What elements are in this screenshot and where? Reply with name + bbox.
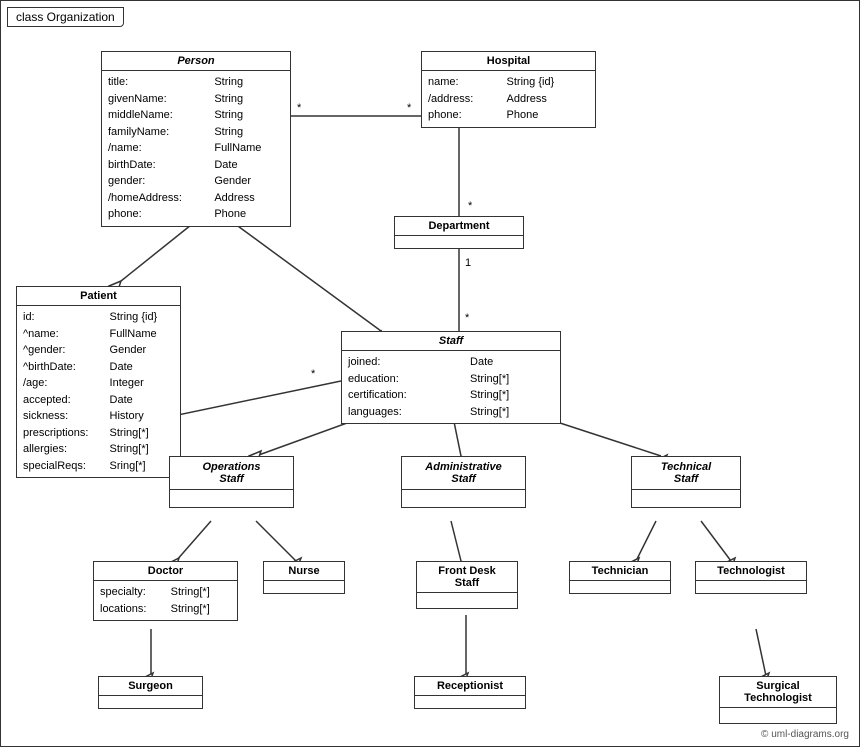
technician-header: Technician [570, 562, 670, 581]
surgical-tech-header: SurgicalTechnologist [720, 677, 836, 708]
nurse-body [264, 581, 344, 593]
person-body: title:String givenName:String middleName… [102, 71, 290, 226]
department-body [395, 236, 523, 248]
technologist-header: Technologist [696, 562, 806, 581]
copyright-text: © uml-diagrams.org [761, 729, 849, 740]
tech-staff-header: TechnicalStaff [632, 457, 740, 490]
admin-staff-body [402, 490, 525, 498]
doctor-body: specialty:String[*] locations:String[*] [94, 581, 237, 620]
technologist-body [696, 581, 806, 593]
hospital-header: Hospital [422, 52, 595, 71]
frontdesk-header: Front DeskStaff [417, 562, 517, 593]
class-receptionist: Receptionist [414, 676, 526, 709]
frontdesk-body [417, 593, 517, 601]
surgical-tech-body [720, 708, 836, 716]
class-surgical-tech: SurgicalTechnologist [719, 676, 837, 724]
svg-text:*: * [311, 368, 316, 380]
receptionist-body [415, 696, 525, 708]
svg-text:*: * [468, 200, 473, 212]
surgeon-body [99, 696, 202, 708]
department-header: Department [395, 217, 523, 236]
svg-text:*: * [297, 102, 302, 114]
diagram-title: class Organization [7, 7, 124, 27]
staff-body: joined:Date education:String[*] certific… [342, 351, 560, 423]
class-patient: Patient id:String {id} ^name:FullName ^g… [16, 286, 181, 478]
class-surgeon: Surgeon [98, 676, 203, 709]
patient-header: Patient [17, 287, 180, 306]
svg-text:*: * [465, 312, 470, 324]
class-admin-staff: AdministrativeStaff [401, 456, 526, 508]
class-technician: Technician [569, 561, 671, 594]
class-tech-staff: TechnicalStaff [631, 456, 741, 508]
nurse-header: Nurse [264, 562, 344, 581]
ops-staff-header: OperationsStaff [170, 457, 293, 490]
ops-staff-body [170, 490, 293, 498]
admin-staff-header: AdministrativeStaff [402, 457, 525, 490]
doctor-header: Doctor [94, 562, 237, 581]
tech-staff-body [632, 490, 740, 498]
class-technologist: Technologist [695, 561, 807, 594]
technician-body [570, 581, 670, 593]
class-staff: Staff joined:Date education:String[*] ce… [341, 331, 561, 424]
class-nurse: Nurse [263, 561, 345, 594]
class-frontdesk: Front DeskStaff [416, 561, 518, 609]
class-ops-staff: OperationsStaff [169, 456, 294, 508]
surgeon-header: Surgeon [99, 677, 202, 696]
uml-diagram: 1 * * * * * [0, 0, 860, 747]
staff-header: Staff [342, 332, 560, 351]
class-hospital: Hospital name:String {id} /address:Addre… [421, 51, 596, 128]
hospital-body: name:String {id} /address:Address phone:… [422, 71, 595, 127]
svg-text:1: 1 [465, 257, 471, 269]
class-department: Department [394, 216, 524, 249]
receptionist-header: Receptionist [415, 677, 525, 696]
person-header: Person [102, 52, 290, 71]
patient-body: id:String {id} ^name:FullName ^gender:Ge… [17, 306, 180, 477]
class-person: Person title:String givenName:String mid… [101, 51, 291, 227]
class-doctor: Doctor specialty:String[*] locations:Str… [93, 561, 238, 621]
svg-text:*: * [407, 102, 412, 114]
